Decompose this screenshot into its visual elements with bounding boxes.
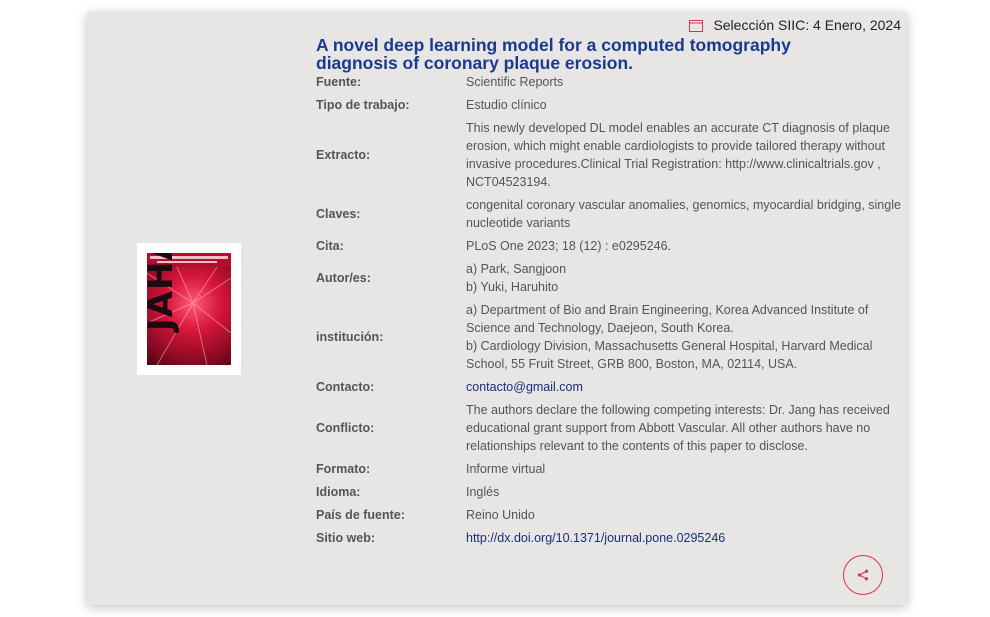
detail-value: This newly developed DL model enables an…: [466, 120, 890, 189]
article-title[interactable]: A novel deep learning model for a comput…: [316, 36, 876, 72]
detail-label: Idioma:: [316, 484, 361, 499]
journal-cover-image: JAHA: [137, 243, 241, 375]
detail-label: institución:: [316, 329, 384, 344]
website-link[interactable]: http://dx.doi.org/10.1371/journal.pone.0…: [466, 531, 725, 545]
selection-date-text: Selección SIIC: 4 Enero, 2024: [713, 17, 901, 33]
detail-row: Tipo de trabajo: Estudio clínico: [316, 93, 906, 116]
detail-label: Fuente:: [316, 74, 362, 89]
detail-value: Informe virtual: [466, 461, 546, 476]
detail-label: País de fuente:: [316, 507, 405, 522]
detail-row: Conflicto: The authors declare the follow…: [316, 398, 906, 457]
detail-label: Claves:: [316, 206, 361, 221]
detail-value: Estudio clínico: [466, 97, 547, 112]
detail-label: Cita:: [316, 238, 344, 253]
detail-row: Formato: Informe virtual: [316, 457, 906, 480]
article-card: Selección SIIC: 4 Enero, 2024 A novel de…: [87, 12, 907, 605]
detail-row: Claves: congenital coronary vascular anom…: [316, 193, 906, 234]
calendar-icon: [689, 19, 704, 32]
detail-label: Conflicto:: [316, 420, 375, 435]
detail-row: Idioma: Inglés: [316, 480, 906, 503]
detail-value-line: a) Park, Sangjoon: [466, 261, 567, 276]
detail-row: Fuente: Scientific Reports: [316, 70, 906, 93]
article-details: Fuente: Scientific Reports Tipo de trabajo…: [316, 70, 906, 549]
selection-date: Selección SIIC: 4 Enero, 2024: [689, 17, 901, 33]
detail-label: Contacto:: [316, 379, 375, 394]
detail-value-line: b) Yuki, Haruhito: [466, 279, 559, 294]
share-button[interactable]: [843, 555, 883, 595]
detail-value: Reino Unido: [466, 507, 535, 522]
detail-label: Formato:: [316, 461, 371, 476]
detail-value: congenital coronary vascular anomalies, …: [466, 197, 901, 230]
detail-row: institución: a) Department of Bio and Bra…: [316, 298, 906, 375]
detail-value-line: a) Department of Bio and Brain Engineeri…: [466, 302, 869, 335]
detail-label: Tipo de trabajo:: [316, 97, 410, 112]
detail-row: Contacto: contacto@gmail.com: [316, 375, 906, 398]
contact-email-link[interactable]: contacto@gmail.com: [466, 380, 583, 394]
detail-row: País de fuente: Reino Unido: [316, 503, 906, 526]
detail-row: Extracto: This newly developed DL model e…: [316, 116, 906, 193]
detail-label: Sitio web:: [316, 530, 376, 545]
detail-label: Extracto:: [316, 147, 371, 162]
detail-row: Autor/es: a) Park, Sangjoon b) Yuki, Haruh…: [316, 257, 906, 298]
detail-value: a) Department of Bio and Brain Engineeri…: [466, 301, 906, 373]
share-icon: [857, 569, 869, 581]
detail-row: Cita: PLoS One 2023; 18 (12) : e0295246.: [316, 234, 906, 257]
detail-label: Autor/es:: [316, 270, 371, 285]
detail-value: The authors declare the following compet…: [466, 402, 890, 453]
detail-row: Sitio web: http://dx.doi.org/10.1371/jour…: [316, 526, 906, 549]
detail-value: a) Park, Sangjoon b) Yuki, Haruhito: [466, 260, 906, 296]
detail-value: Scientific Reports: [466, 74, 564, 89]
detail-value: contacto@gmail.com: [466, 378, 906, 396]
cover-journal-abbrev: JAHA: [147, 253, 181, 331]
detail-value-line: b) Cardiology Division, Massachusetts Ge…: [466, 338, 873, 371]
detail-value: PLoS One 2023; 18 (12) : e0295246.: [466, 238, 672, 253]
detail-value: http://dx.doi.org/10.1371/journal.pone.0…: [466, 529, 906, 547]
detail-value: Inglés: [466, 484, 500, 499]
